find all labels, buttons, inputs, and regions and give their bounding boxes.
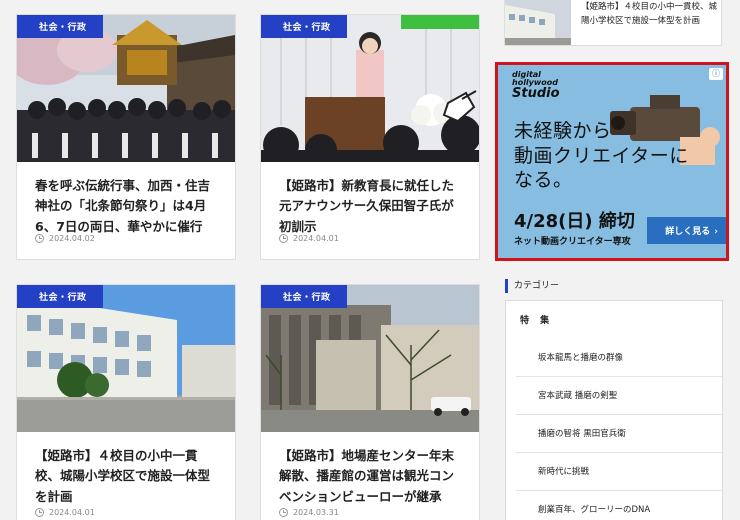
- article-title[interactable]: 【姫路市】地場産センター年末解散、播産館の運営は観光コンベンションビューローが継…: [261, 432, 479, 507]
- chevron-right-icon: ›: [714, 227, 718, 237]
- article-card[interactable]: 社会・行政 【姫路市】新教育長に就任した元アナウンサー久保田智子氏が初訓示 20…: [260, 14, 480, 260]
- category-item[interactable]: 宮本武蔵 播磨の剣聖: [516, 377, 722, 415]
- category-item[interactable]: 新時代に挑戦: [516, 453, 722, 491]
- related-thumbnail[interactable]: [505, 0, 571, 45]
- ad-info-icon[interactable]: ⓘ: [709, 68, 723, 80]
- date-text: 2024.03.31: [293, 508, 339, 517]
- category-badge[interactable]: 社会・行政: [17, 15, 103, 38]
- category-item[interactable]: 坂本龍馬と播磨の群像: [516, 339, 722, 377]
- category-parent[interactable]: 特 集: [520, 313, 553, 326]
- category-widget-title: カテゴリー: [505, 279, 559, 293]
- category-list: 特 集 坂本龍馬と播磨の群像 宮本武蔵 播磨の剣聖 播磨の智将 黒田官兵衛 新時…: [505, 300, 723, 520]
- ad-course-name: ネット動画クリエイター専攻: [514, 237, 631, 247]
- ad-headline-line: 未経験から: [514, 120, 612, 142]
- article-title[interactable]: 【姫路市】４校目の小中一貫校、城陽小学校区で施設一体型を計画: [17, 432, 235, 507]
- article-thumbnail[interactable]: 社会・行政: [17, 285, 235, 432]
- category-badge[interactable]: 社会・行政: [17, 285, 103, 308]
- article-card[interactable]: 社会・行政 【姫路市】４校目の小中一貫校、城陽小学校区で施設一体型を計画 202…: [16, 284, 236, 520]
- article-date: 2024.04.01: [35, 508, 95, 517]
- ad-details-button-label: 詳しく見る: [665, 227, 711, 237]
- ad-logo: digital hollywood Studio: [512, 71, 560, 101]
- date-text: 2024.04.01: [49, 508, 95, 517]
- category-item[interactable]: 創業百年、グローリーのDNA: [516, 491, 722, 520]
- ad-details-button[interactable]: 詳しく見る ›: [647, 217, 726, 244]
- article-title[interactable]: 【姫路市】新教育長に就任した元アナウンサー久保田智子氏が初訓示: [261, 162, 479, 237]
- article-thumbnail[interactable]: 社会・行政: [261, 15, 479, 162]
- page: 社会・行政 春を呼ぶ伝統行事、加西・住吉神社の「北条節句祭り」は4月6、7日の両…: [0, 0, 740, 520]
- article-date: 2024.04.01: [279, 234, 339, 243]
- clock-icon: [35, 234, 44, 243]
- article-card[interactable]: 社会・行政 春を呼ぶ伝統行事、加西・住吉神社の「北条節句祭り」は4月6、7日の両…: [16, 14, 236, 260]
- clock-icon: [279, 234, 288, 243]
- ad-headline-line: なる。: [514, 169, 573, 192]
- ad-headline-line: 動画クリエイターに: [514, 144, 689, 167]
- article-title[interactable]: 春を呼ぶ伝統行事、加西・住吉神社の「北条節句祭り」は4月6、7日の両日、華やかに…: [17, 162, 235, 237]
- related-article[interactable]: 【姫路市】４校目の小中一貫校、城陽小学校区で施設一体型を計画: [504, 0, 722, 46]
- ad-logo-big: Studio: [512, 86, 560, 101]
- category-badge[interactable]: 社会・行政: [261, 15, 347, 38]
- article-card[interactable]: 社会・行政 【姫路市】地場産センター年末解散、播産館の運営は観光コンベンションビ…: [260, 284, 480, 520]
- clock-icon: [279, 508, 288, 517]
- article-date: 2024.03.31: [279, 508, 339, 517]
- date-text: 2024.04.02: [49, 234, 95, 243]
- ad-headline: 未経験から 動画クリエイターに なる。: [514, 119, 689, 193]
- ad-deadline: 4/28(日) 締切: [514, 211, 635, 232]
- ad-banner[interactable]: digital hollywood Studio ⓘ 未経験から 動画クリエイタ…: [495, 62, 729, 261]
- date-text: 2024.04.01: [293, 234, 339, 243]
- related-title[interactable]: 【姫路市】４校目の小中一貫校、城陽小学校区で施設一体型を計画: [581, 0, 721, 29]
- clock-icon: [35, 508, 44, 517]
- article-thumbnail[interactable]: 社会・行政: [17, 15, 235, 162]
- article-date: 2024.04.02: [35, 234, 95, 243]
- category-badge[interactable]: 社会・行政: [261, 285, 347, 308]
- article-thumbnail[interactable]: 社会・行政: [261, 285, 479, 432]
- category-item[interactable]: 播磨の智将 黒田官兵衛: [516, 415, 722, 453]
